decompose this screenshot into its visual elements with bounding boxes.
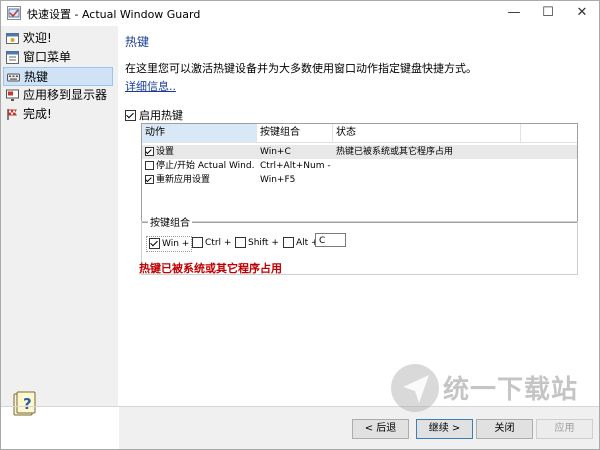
- alt-modifier-checkbox[interactable]: Alt +: [283, 236, 319, 250]
- win-modifier-checkbox[interactable]: Win +: [146, 236, 193, 252]
- watermark-text: 统一下载站: [443, 375, 579, 405]
- title-bar[interactable]: 快速设置 - Actual Window Guard — ☐ ✕: [1, 1, 599, 26]
- group-title: 按键组合: [148, 214, 192, 229]
- column-header-hotkey[interactable]: 按键组合: [257, 124, 333, 142]
- finish-flag-icon: [7, 109, 17, 120]
- checkbox-icon[interactable]: [192, 237, 203, 248]
- sidebar-item-hotkeys[interactable]: 热键: [3, 67, 113, 86]
- enable-hotkeys-label: 启用热键: [139, 109, 183, 122]
- main-panel: 热键 在这里您可以激活热键设备并为大多数使用窗口动作指定键盘快捷方式。 详细信息…: [119, 26, 599, 406]
- window-menu-icon: [6, 51, 19, 64]
- app-window: 快速设置 - Actual Window Guard — ☐ ✕ 欢迎! 窗口菜…: [0, 0, 600, 450]
- maximize-button[interactable]: ☐: [531, 1, 565, 26]
- welcome-icon: [6, 33, 19, 44]
- ctrl-modifier-checkbox[interactable]: Ctrl +: [192, 236, 231, 250]
- sidebar-item-welcome[interactable]: 欢迎!: [3, 29, 113, 48]
- minimize-button[interactable]: —: [497, 1, 531, 26]
- column-header-status[interactable]: 状态: [333, 124, 521, 142]
- sidebar-item-label: 应用移到显示器: [23, 88, 108, 102]
- row-checkbox[interactable]: [145, 161, 154, 170]
- row-checkbox[interactable]: [145, 147, 154, 156]
- row-hotkey: Win+F5: [260, 175, 296, 185]
- row-status: 热键已被系统或其它程序占用: [336, 147, 454, 157]
- checkbox-checked-icon[interactable]: [149, 238, 160, 249]
- sidebar-item-label: 欢迎!: [23, 31, 52, 45]
- shift-modifier-checkbox[interactable]: Shift +: [235, 236, 279, 250]
- watermark: 统一下载站: [389, 357, 589, 437]
- hotkey-table[interactable]: 动作 按键组合 状态 设置 Win+C 热键已被系统或其它程序占用 停止/开始 …: [141, 123, 578, 223]
- svg-text:?: ?: [23, 395, 32, 413]
- close-window-button[interactable]: ✕: [565, 1, 599, 26]
- row-hotkey: Win+C: [260, 147, 291, 157]
- keyboard-icon: [7, 73, 20, 82]
- sidebar-item-window-menu[interactable]: 窗口菜单: [3, 48, 113, 67]
- column-header-action[interactable]: 动作: [142, 124, 257, 142]
- row-hotkey: Ctrl+Alt+Num -: [260, 161, 331, 171]
- error-message: 热键已被系统或其它程序占用: [139, 262, 282, 275]
- modifier-label: Ctrl +: [205, 238, 232, 248]
- watermark-logo-icon: [391, 364, 439, 412]
- row-action: 停止/开始 Actual Wind...: [156, 161, 255, 171]
- sidebar: 欢迎! 窗口菜单 热键 应用移到显示器 完成!: [1, 26, 118, 406]
- table-header: 动作 按键组合 状态: [142, 124, 577, 143]
- table-row[interactable]: 停止/开始 Actual Wind... Ctrl+Alt+Num -: [142, 159, 577, 173]
- intro-text: 在这里您可以激活热键设备并为大多数使用窗口动作指定键盘快捷方式。: [125, 62, 477, 75]
- sidebar-item-label: 窗口菜单: [23, 50, 72, 64]
- window-title: 快速设置 - Actual Window Guard: [27, 8, 201, 21]
- checkbox-icon[interactable]: [235, 237, 246, 248]
- monitor-icon: [6, 89, 19, 101]
- more-info-link[interactable]: 详细信息..: [125, 78, 176, 94]
- row-checkbox[interactable]: [145, 175, 154, 184]
- table-row[interactable]: 重新应用设置 Win+F5: [142, 173, 577, 187]
- modifier-label: Shift +: [248, 238, 279, 248]
- key-input[interactable]: C: [315, 233, 346, 247]
- checkbox-icon[interactable]: [283, 237, 294, 248]
- table-row[interactable]: 设置 Win+C 热键已被系统或其它程序占用: [142, 145, 577, 159]
- sidebar-item-move-to-monitor[interactable]: 应用移到显示器: [3, 86, 113, 105]
- page-title: 热键: [125, 35, 150, 49]
- sidebar-item-finish[interactable]: 完成!: [3, 105, 113, 124]
- sidebar-item-label: 热键: [24, 70, 49, 84]
- row-action: 重新应用设置: [156, 175, 211, 185]
- sidebar-item-label: 完成!: [23, 107, 52, 121]
- modifier-label: Win +: [162, 239, 190, 249]
- help-icon[interactable]: ?: [13, 391, 39, 417]
- checkbox-checked-icon[interactable]: [125, 109, 136, 121]
- enable-hotkeys-checkbox[interactable]: 启用热键: [125, 107, 183, 123]
- app-icon: [7, 6, 21, 20]
- row-action: 设置: [156, 147, 175, 157]
